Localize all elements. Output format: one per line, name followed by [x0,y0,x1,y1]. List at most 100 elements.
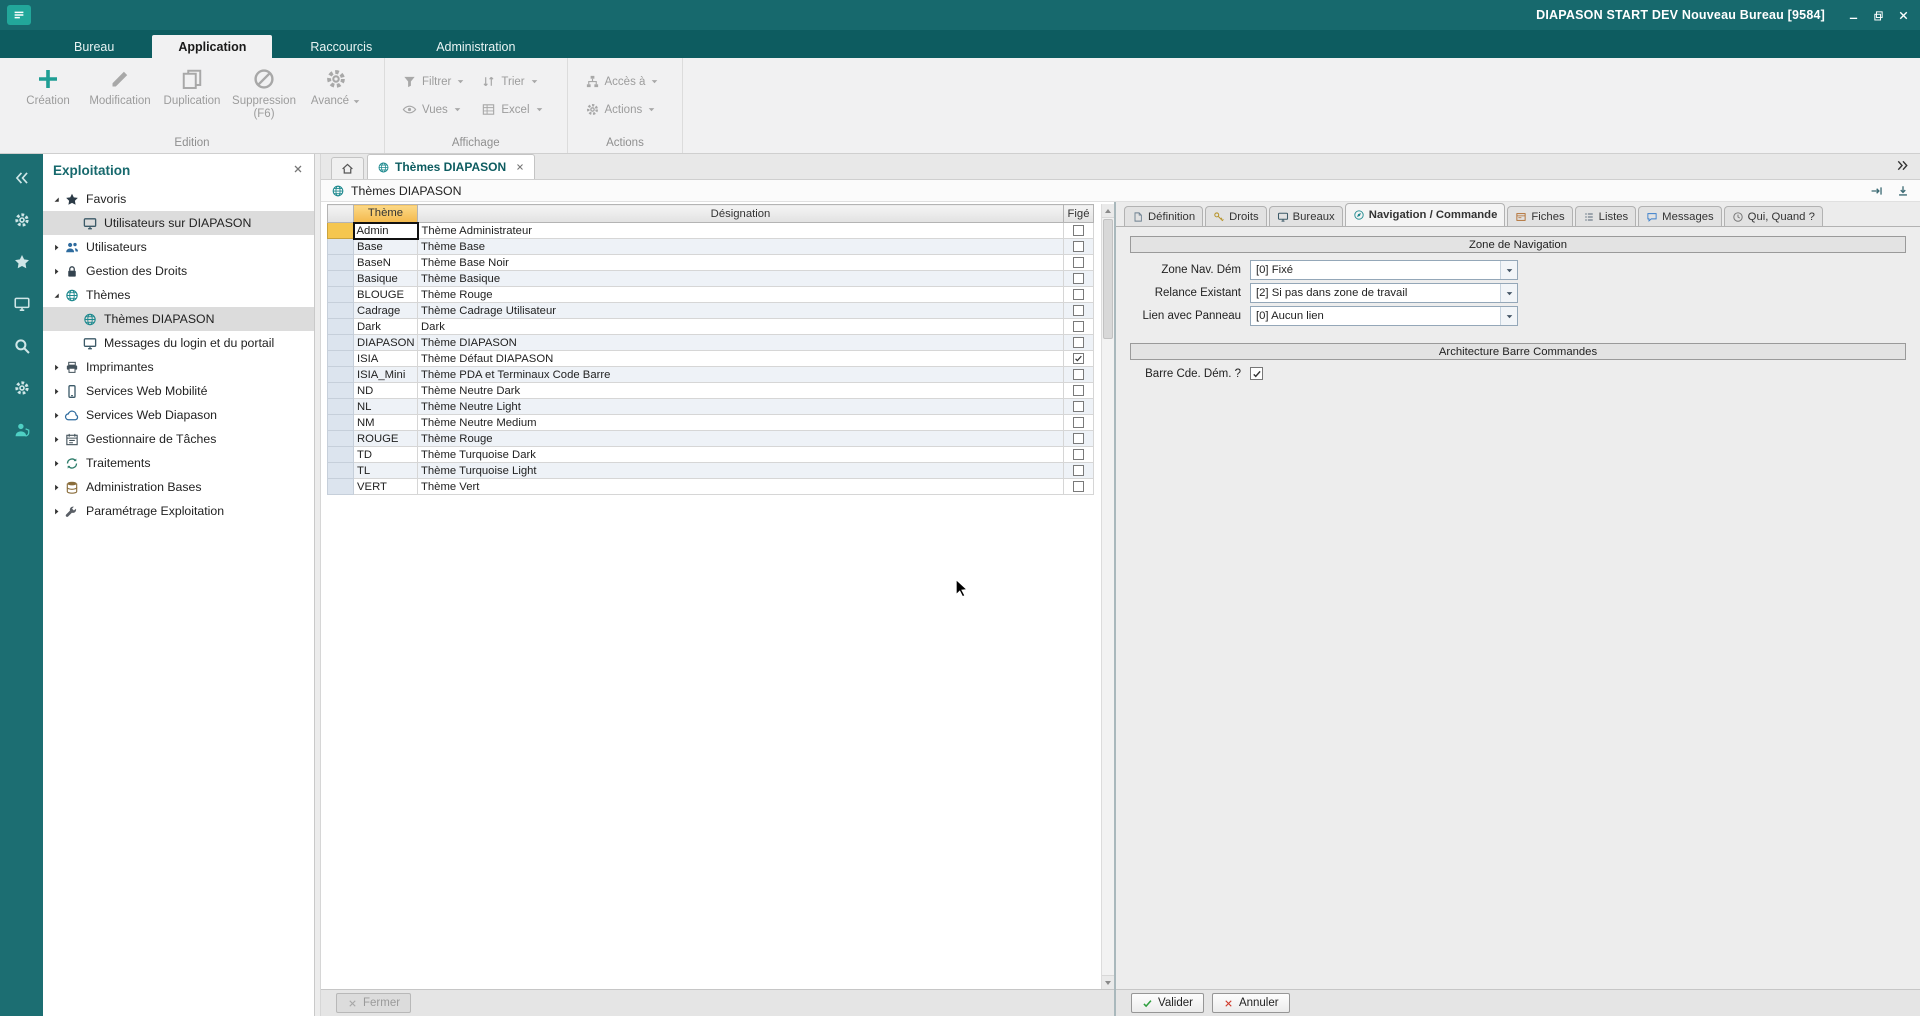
duplication-button[interactable]: Duplication [156,60,228,108]
strip-settings-button[interactable] [11,210,33,230]
fige-checkbox[interactable] [1073,385,1084,396]
detail-tab-listes[interactable]: Listes [1575,206,1637,226]
sidebar-item-imprimantes[interactable]: Imprimantes [43,355,314,379]
tree-expand-icon[interactable] [49,483,63,492]
designation-cell[interactable]: Dark [418,319,1064,335]
fige-checkbox-checked[interactable] [1073,353,1084,364]
suppression-f6-button[interactable]: Suppression (F6) [228,60,300,121]
fige-cell[interactable] [1064,255,1094,271]
designation-cell[interactable]: Thème PDA et Terminaux Code Barre [418,367,1064,383]
tree-collapse-icon[interactable] [49,195,63,204]
row-selector[interactable] [328,303,354,319]
menu-tab-bureau[interactable]: Bureau [48,35,140,58]
tab-close-icon[interactable] [515,162,525,172]
fige-checkbox[interactable] [1073,225,1084,236]
tree-expand-icon[interactable] [49,267,63,276]
chevron-down-icon[interactable] [1500,261,1517,279]
lien-avec-panneau-combo[interactable]: [0] Aucun lien [1250,306,1518,326]
fige-cell[interactable] [1064,399,1094,415]
designation-cell[interactable]: Thème Rouge [418,431,1064,447]
fige-checkbox[interactable] [1073,273,1084,284]
row-selector[interactable] [328,367,354,383]
sidebar-item-utilisateurs-sur-diapason[interactable]: Utilisateurs sur DIAPASON [43,211,314,235]
zone-nav-dem-combo[interactable]: [0] Fixé [1250,260,1518,280]
fige-cell[interactable] [1064,447,1094,463]
detail-tab-qui-quand[interactable]: Qui, Quand ? [1724,206,1823,226]
theme-cell[interactable]: NL [354,399,418,415]
acces-a-button[interactable]: Accès à [580,72,665,91]
restore-button[interactable] [1866,0,1891,30]
fige-cell[interactable] [1064,463,1094,479]
creation-button[interactable]: Création [12,60,84,108]
row-selector[interactable] [328,287,354,303]
tree-collapse-icon[interactable] [49,291,63,300]
fige-checkbox[interactable] [1073,257,1084,268]
tree-expand-icon[interactable] [49,507,63,516]
fige-checkbox[interactable] [1073,321,1084,332]
vertical-scrollbar[interactable] [1101,204,1114,989]
fige-cell[interactable] [1064,287,1094,303]
filtrer-button[interactable]: Filtrer [397,72,470,91]
strip-desktops-button[interactable] [11,294,33,314]
sidebar-item-services-web-diapason[interactable]: Services Web Diapason [43,403,314,427]
column-header-designation[interactable]: Désignation [418,205,1064,223]
scrollbar-thumb[interactable] [1103,219,1113,339]
fige-checkbox[interactable] [1073,337,1084,348]
fige-checkbox[interactable] [1073,449,1084,460]
strip-search-button[interactable] [11,336,33,356]
row-selector[interactable] [328,255,354,271]
sidebar-item-themes-diapason[interactable]: Thèmes DIAPASON [43,307,314,331]
fige-cell[interactable] [1064,415,1094,431]
row-selector[interactable] [328,335,354,351]
tab-overflow-icon[interactable] [1895,158,1910,176]
fige-checkbox[interactable] [1073,481,1084,492]
fige-cell[interactable] [1064,271,1094,287]
valider-button[interactable]: Valider [1131,993,1204,1013]
modification-button[interactable]: Modification [84,60,156,108]
sidebar-item-parametrage-exploitation[interactable]: Paramétrage Exploitation [43,499,314,523]
detail-tab-bureaux[interactable]: Bureaux [1269,206,1343,226]
detail-tab-definition[interactable]: Définition [1124,206,1203,226]
fermer-button[interactable]: Fermer [336,993,411,1013]
designation-cell[interactable]: Thème Vert [418,479,1064,495]
sidebar-item-themes[interactable]: Thèmes [43,283,314,307]
fige-checkbox[interactable] [1073,465,1084,476]
scroll-up-icon[interactable] [1102,204,1114,218]
sidebar-item-traitements[interactable]: Traitements [43,451,314,475]
theme-cell[interactable]: Base [354,239,418,255]
menu-tab-raccourcis[interactable]: Raccourcis [284,35,398,58]
trier-button[interactable]: Trier [476,72,548,91]
row-selector[interactable] [328,271,354,287]
barre-cde-dem-checkbox[interactable] [1250,367,1263,380]
annuler-button[interactable]: Annuler [1212,993,1290,1013]
chevron-down-icon[interactable] [1500,284,1517,302]
designation-cell[interactable]: Thème Neutre Light [418,399,1064,415]
tree-expand-icon[interactable] [49,459,63,468]
download-icon[interactable] [1896,184,1910,198]
row-selector[interactable] [328,223,354,239]
theme-cell[interactable]: Cadrage [354,303,418,319]
tree-expand-icon[interactable] [49,387,63,396]
column-header-theme[interactable]: Thème [354,205,418,223]
theme-cell[interactable]: TD [354,447,418,463]
theme-cell[interactable]: NM [354,415,418,431]
fige-cell[interactable] [1064,223,1094,239]
sidebar-item-utilisateurs[interactable]: Utilisateurs [43,235,314,259]
strip-configuration-button[interactable] [11,378,33,398]
tree-expand-icon[interactable] [49,363,63,372]
fige-cell[interactable] [1064,303,1094,319]
column-header-fige[interactable]: Figé [1064,205,1094,223]
designation-cell[interactable]: Thème Rouge [418,287,1064,303]
sidebar-item-messages-du-login-et-du-portail[interactable]: Messages du login et du portail [43,331,314,355]
row-selector[interactable] [328,239,354,255]
tree-expand-icon[interactable] [49,435,63,444]
designation-cell[interactable]: Thème Base Noir [418,255,1064,271]
sidebar-item-services-web-mobilite[interactable]: Services Web Mobilité [43,379,314,403]
theme-cell[interactable]: ISIA [354,351,418,367]
close-button[interactable] [1891,0,1916,30]
theme-cell[interactable]: DIAPASON [354,335,418,351]
sidebar-item-gestion-des-droits[interactable]: Gestion des Droits [43,259,314,283]
sidebar-item-administration-bases[interactable]: Administration Bases [43,475,314,499]
designation-cell[interactable]: Thème DIAPASON [418,335,1064,351]
strip-collapse-button[interactable] [11,168,33,188]
